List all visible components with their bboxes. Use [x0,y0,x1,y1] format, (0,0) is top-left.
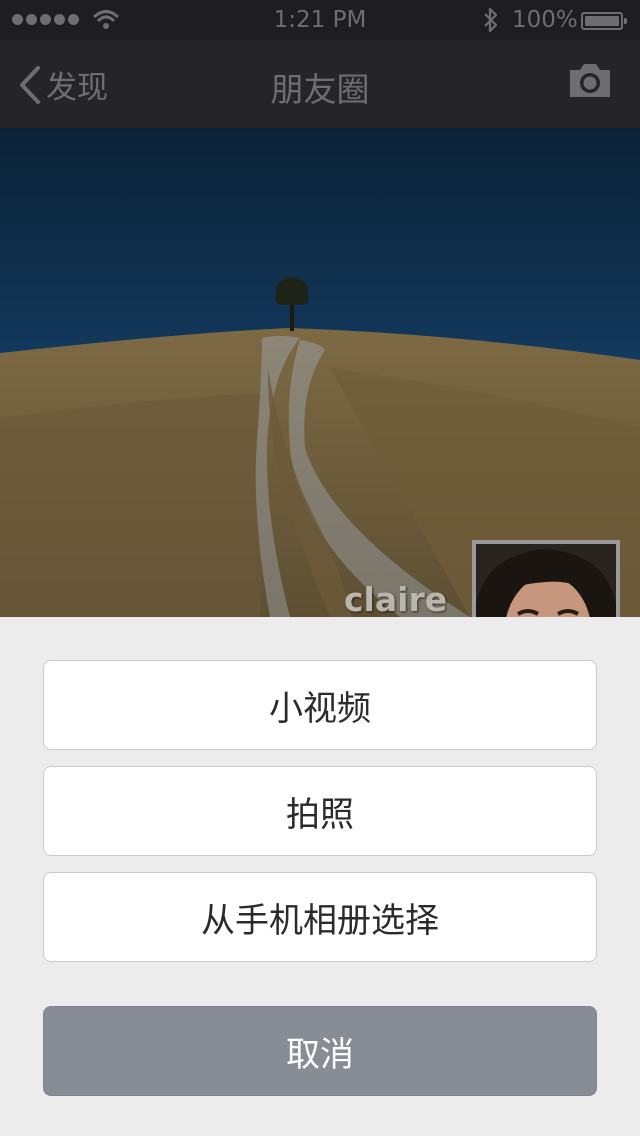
nav-bar: 发现 朋友圈 [0,40,640,128]
bluetooth-icon [484,7,498,33]
camera-icon[interactable] [567,62,613,100]
take-photo-button[interactable]: 拍照 [43,766,597,856]
action-sheet: 小视频 拍照 从手机相册选择 取消 [0,617,640,1136]
short-video-button[interactable]: 小视频 [43,660,597,750]
cover-photo[interactable]: claire [0,128,640,617]
battery-icon [581,12,627,30]
page-title: 朋友圈 [270,70,370,109]
choose-from-album-button[interactable]: 从手机相册选择 [43,872,597,962]
avatar-photo [476,544,616,617]
avatar[interactable] [472,540,620,617]
status-bar: 1:21 PM 100% [0,0,640,40]
battery-percent: 100% [512,7,578,33]
cancel-button[interactable]: 取消 [43,1006,597,1096]
cover-username: claire [344,580,448,617]
